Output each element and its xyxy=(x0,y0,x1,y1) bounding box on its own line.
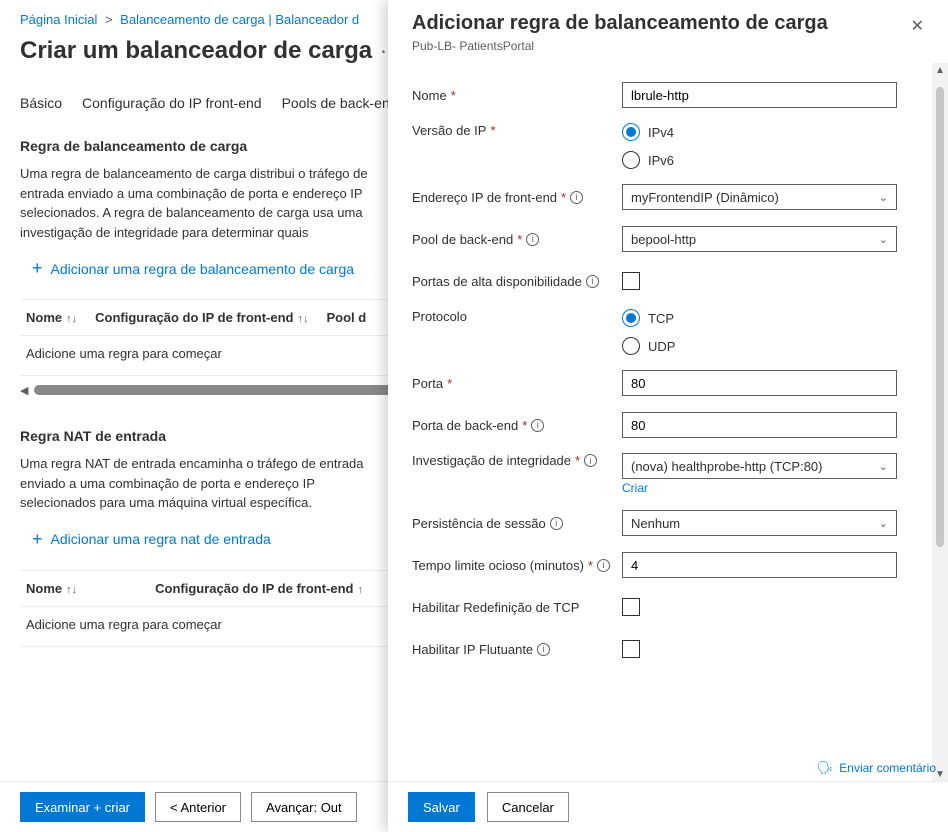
radio-tcp-label: TCP xyxy=(648,311,674,326)
tab-backend-pools[interactable]: Pools de back-end xyxy=(282,95,398,117)
chevron-down-icon: ⌄ xyxy=(879,233,888,246)
label-ip-version: Versão de IP xyxy=(412,123,486,138)
session-persistence-select[interactable]: Nenhum ⌄ xyxy=(622,510,897,536)
review-create-button[interactable]: Examinar + criar xyxy=(20,792,145,822)
label-protocol: Protocolo xyxy=(412,309,467,324)
save-button[interactable]: Salvar xyxy=(408,792,475,822)
port-input[interactable] xyxy=(622,370,897,396)
info-icon[interactable]: i xyxy=(526,233,539,246)
radio-icon xyxy=(622,123,640,141)
panel-vscroll[interactable]: ▲ ▼ xyxy=(932,63,948,781)
scroll-down-icon[interactable]: ▼ xyxy=(935,767,945,781)
frontend-ip-value: myFrontendIP (Dinâmico) xyxy=(631,190,779,205)
cancel-button[interactable]: Cancelar xyxy=(487,792,569,822)
label-idle-timeout: Tempo limite ocioso (minutos) xyxy=(412,558,584,573)
col-frontend[interactable]: Configuração do IP de front-end↑↓ xyxy=(95,310,308,325)
close-icon[interactable]: ✕ xyxy=(907,12,928,40)
health-probe-select[interactable]: (nova) healthprobe-http (TCP:80) ⌄ xyxy=(622,453,897,479)
breadcrumb-home[interactable]: Página Inicial xyxy=(20,12,97,27)
col-name[interactable]: Nome↑↓ xyxy=(26,310,77,325)
radio-udp-label: UDP xyxy=(648,339,675,354)
previous-button[interactable]: < Anterior xyxy=(155,792,241,822)
nat-rule-desc: Uma regra NAT de entrada encaminha o trá… xyxy=(20,454,390,513)
ha-ports-checkbox[interactable] xyxy=(622,272,640,290)
panel-title: Adicionar regra de balanceamento de carg… xyxy=(412,12,828,35)
sort-icon: ↑↓ xyxy=(66,584,77,596)
breadcrumb-separator: > xyxy=(105,12,113,27)
tab-frontend-ip[interactable]: Configuração do IP front-end xyxy=(82,95,262,117)
session-persistence-value: Nenhum xyxy=(631,516,680,531)
label-health-probe: Investigação de integridade xyxy=(412,453,571,468)
label-floating-ip: Habilitar IP Flutuante xyxy=(412,642,533,657)
breadcrumb-current[interactable]: Balanceamento de carga | Balanceador d xyxy=(120,12,359,27)
scroll-left-icon[interactable]: ◀ xyxy=(20,384,34,397)
tcp-reset-checkbox[interactable] xyxy=(622,598,640,616)
tab-basico[interactable]: Básico xyxy=(20,95,62,117)
next-button[interactable]: Avançar: Out xyxy=(251,792,357,822)
info-icon[interactable]: i xyxy=(550,517,563,530)
name-input[interactable] xyxy=(622,82,897,108)
add-nat-rule-label: Adicionar uma regra nat de entrada xyxy=(51,531,271,547)
label-port: Porta xyxy=(412,376,443,391)
lb-rule-desc: Uma regra de balanceamento de carga dist… xyxy=(20,164,390,242)
page-title: Criar um balanceador de carga xyxy=(20,37,372,65)
create-probe-link[interactable]: Criar xyxy=(622,481,912,495)
backend-pool-select[interactable]: bepool-http ⌄ xyxy=(622,226,897,252)
chevron-down-icon: ⌄ xyxy=(879,517,888,530)
radio-icon xyxy=(622,337,640,355)
label-backend-pool: Pool de back-end xyxy=(412,232,513,247)
floating-ip-checkbox[interactable] xyxy=(622,640,640,658)
sort-icon: ↑ xyxy=(358,584,364,596)
plus-icon: + xyxy=(32,529,43,550)
add-rule-panel: Adicionar regra de balanceamento de carg… xyxy=(388,0,948,832)
col-name[interactable]: Nome↑↓ xyxy=(26,581,77,596)
add-lb-rule-label: Adicionar uma regra de balanceamento de … xyxy=(51,261,355,277)
radio-ipv6-label: IPv6 xyxy=(648,153,674,168)
info-icon[interactable]: i xyxy=(586,275,599,288)
send-feedback-label: Enviar comentário xyxy=(839,761,936,775)
chevron-down-icon: ⌄ xyxy=(879,191,888,204)
label-frontend-ip: Endereço IP de front-end xyxy=(412,190,557,205)
label-session-persistence: Persistência de sessão xyxy=(412,516,546,531)
info-icon[interactable]: i xyxy=(537,643,550,656)
radio-icon xyxy=(622,151,640,169)
radio-ipv4-label: IPv4 xyxy=(648,125,674,140)
label-ha-ports: Portas de alta disponibilidade xyxy=(412,274,582,289)
health-probe-value: (nova) healthprobe-http (TCP:80) xyxy=(631,459,822,474)
radio-tcp[interactable]: TCP xyxy=(622,309,912,327)
scroll-thumb[interactable] xyxy=(936,87,944,547)
label-name: Nome xyxy=(412,88,447,103)
col-frontend[interactable]: Configuração do IP de front-end↑ xyxy=(155,581,363,596)
radio-udp[interactable]: UDP xyxy=(622,337,912,355)
scroll-up-icon[interactable]: ▲ xyxy=(935,63,945,77)
plus-icon: + xyxy=(32,258,43,279)
panel-subtitle: Pub-LB- PatientsPortal xyxy=(412,39,828,53)
backend-port-input[interactable] xyxy=(622,412,897,438)
idle-timeout-input[interactable] xyxy=(622,552,897,578)
chevron-down-icon: ⌄ xyxy=(879,460,888,473)
person-feedback-icon: 🗣 xyxy=(817,760,834,776)
sort-icon: ↑↓ xyxy=(298,313,309,325)
label-backend-port: Porta de back-end xyxy=(412,418,518,433)
col-pool[interactable]: Pool d xyxy=(327,310,367,325)
send-feedback-link[interactable]: 🗣 Enviar comentário xyxy=(817,760,936,776)
scroll-track[interactable] xyxy=(932,77,948,767)
info-icon[interactable]: i xyxy=(584,454,597,467)
radio-ipv4[interactable]: IPv4 xyxy=(622,123,912,141)
info-icon[interactable]: i xyxy=(597,559,610,572)
info-icon[interactable]: i xyxy=(531,419,544,432)
frontend-ip-select[interactable]: myFrontendIP (Dinâmico) ⌄ xyxy=(622,184,897,210)
info-icon[interactable]: i xyxy=(570,191,583,204)
label-tcp-reset: Habilitar Redefinição de TCP xyxy=(412,600,579,615)
radio-ipv6[interactable]: IPv6 xyxy=(622,151,912,169)
radio-icon xyxy=(622,309,640,327)
backend-pool-value: bepool-http xyxy=(631,232,696,247)
sort-icon: ↑↓ xyxy=(66,313,77,325)
